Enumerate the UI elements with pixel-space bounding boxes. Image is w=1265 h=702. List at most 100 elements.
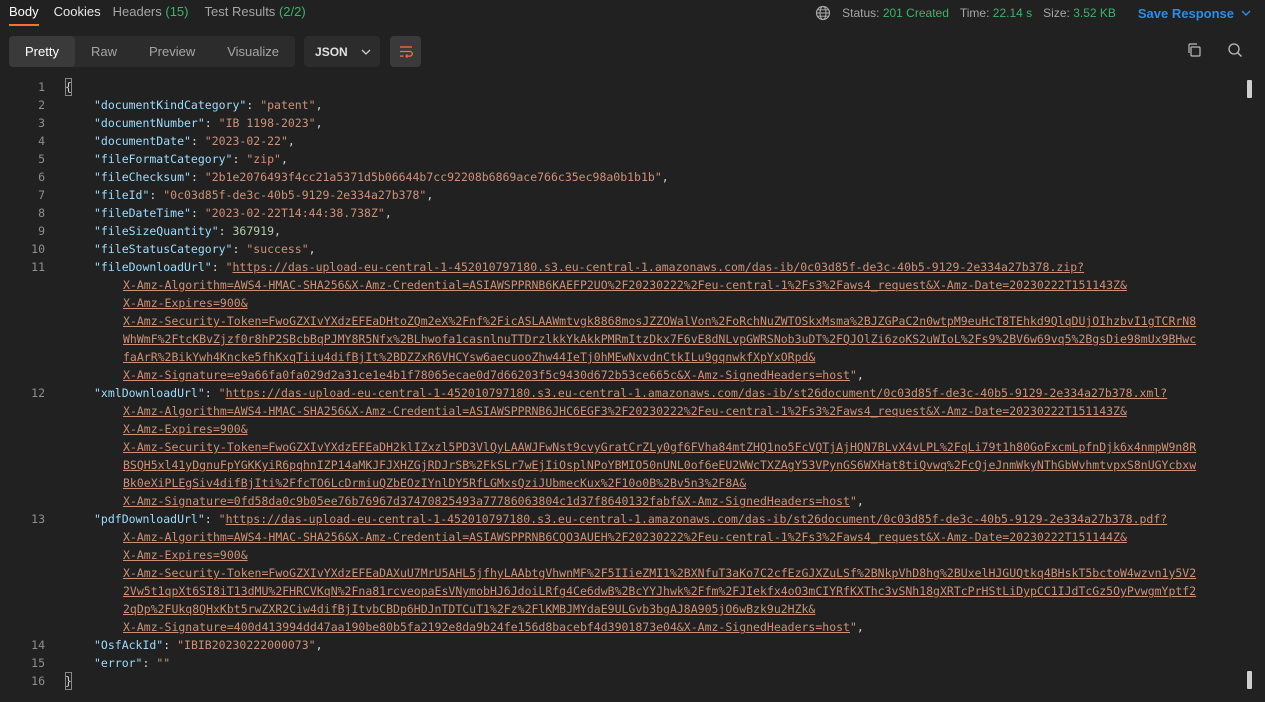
- response-body-editor[interactable]: 1 2 3 4 5 6 7 8 9 10 11 12 13 14 15 16 {…: [0, 78, 1265, 702]
- url-link[interactable]: 2Vw5t1qpXt6SI8iT13dMU%2FHRCVKqN%2Fna81rc…: [123, 584, 1196, 598]
- format-dropdown[interactable]: JSON: [304, 36, 380, 67]
- json-key: "documentDate": [94, 134, 191, 148]
- url-continuation: 2qDp%2FUkq8QHxKbt5rwZXR2Ciw4difBjItvbCBD…: [123, 600, 815, 618]
- json-value: 367919: [232, 224, 274, 238]
- url-link[interactable]: X-Amz-Signature=0fd58da0c9b05ee76b76967d…: [123, 494, 850, 508]
- time-value[interactable]: 22.14 s: [993, 6, 1032, 20]
- line-number: 5: [5, 150, 45, 168]
- line-number: 1: [5, 78, 45, 96]
- json-entry: "xmlDownloadUrl": "https://das-upload-eu…: [94, 384, 1167, 402]
- url-continuation: X-Amz-Signature=400d413994dd47aa190be80b…: [123, 618, 864, 636]
- json-key: "documentNumber": [94, 116, 205, 130]
- url-link[interactable]: https://das-upload-eu-central-1-45201079…: [233, 260, 1085, 274]
- url-link[interactable]: X-Amz-Signature=400d413994dd47aa190be80b…: [123, 620, 850, 634]
- line-number: 4: [5, 132, 45, 150]
- json-value: "2023-02-22": [205, 134, 288, 148]
- tab-cookies[interactable]: Cookies: [54, 0, 101, 26]
- wrap-lines-icon: [398, 45, 414, 59]
- url-link[interactable]: X-Amz-Algorithm=AWS4-HMAC-SHA256&X-Amz-C…: [123, 404, 1127, 418]
- json-entry: "documentKindCategory": "patent",: [94, 96, 323, 114]
- url-link[interactable]: Bk0eXiPLEgSiv4difBjIti%2FfcTO6LcDrmiuQZb…: [123, 476, 746, 490]
- url-continuation: faArR%2BikYwh4Kncke5fhKxqTiiu4difBjIt%2B…: [123, 348, 815, 366]
- url-continuation: X-Amz-Expires=900&: [123, 294, 248, 312]
- json-entry: "fileSizeQuantity": 367919,: [94, 222, 281, 240]
- view-preview-button[interactable]: Preview: [133, 36, 211, 67]
- url-link[interactable]: 2qDp%2FUkq8QHxKbt5rwZXR2Ciw4difBjItvbCBD…: [123, 602, 815, 616]
- url-continuation: 2Vw5t1qpXt6SI8iT13dMU%2FHRCVKqN%2Fna81rc…: [123, 582, 1196, 600]
- url-link[interactable]: X-Amz-Algorithm=AWS4-HMAC-SHA256&X-Amz-C…: [123, 530, 1127, 544]
- status-value[interactable]: 201 Created: [883, 6, 949, 20]
- json-entry: "fileChecksum": "2b1e2076493f4cc21a5371d…: [94, 168, 669, 186]
- url-link[interactable]: X-Amz-Security-Token=FwoGZXIvYXdzEFEaDHt…: [123, 314, 1196, 328]
- url-link[interactable]: X-Amz-Security-Token=FwoGZXIvYXdzEFEaDAX…: [123, 566, 1196, 580]
- url-link[interactable]: https://das-upload-eu-central-1-45201079…: [226, 386, 1168, 400]
- url-link[interactable]: https://das-upload-eu-central-1-45201079…: [226, 512, 1168, 526]
- search-icon[interactable]: [1227, 42, 1243, 58]
- save-response-button[interactable]: Save Response: [1138, 6, 1251, 21]
- json-key: "fileStatusCategory": [94, 242, 232, 256]
- json-value: "": [156, 656, 170, 670]
- scrollbar-thumb-bottom[interactable]: [1247, 671, 1252, 689]
- line-number: 7: [5, 186, 45, 204]
- url-continuation: X-Amz-Algorithm=AWS4-HMAC-SHA256&X-Amz-C…: [123, 276, 1127, 294]
- code-line: {: [65, 78, 72, 96]
- chevron-down-icon: [361, 49, 371, 55]
- tab-headers[interactable]: Headers (15): [113, 0, 189, 26]
- url-link[interactable]: faArR%2BikYwh4Kncke5fhKxqTiiu4difBjIt%2B…: [123, 350, 815, 364]
- code-line: }: [65, 672, 72, 690]
- wrap-lines-button[interactable]: [390, 36, 421, 67]
- url-continuation: WhWmF%2FtcKBvZjzf0r8hP2SBcbBqPJMY8R5Nfx%…: [123, 330, 1196, 348]
- tab-test-results-label: Test Results: [205, 4, 276, 19]
- tab-headers-count: (15): [165, 4, 188, 19]
- json-key: "fileDateTime": [94, 206, 191, 220]
- url-link[interactable]: X-Amz-Security-Token=FwoGZXIvYXdzEFEaDH2…: [123, 440, 1196, 454]
- url-link[interactable]: BSQH5xl41yDgnuFpYGKKyiR6pqhnIZP14aMKJFJX…: [123, 458, 1196, 472]
- scrollbar-thumb-top[interactable]: [1247, 80, 1252, 98]
- line-number: 13: [5, 510, 45, 528]
- line-number: 6: [5, 168, 45, 186]
- view-visualize-button[interactable]: Visualize: [211, 36, 295, 67]
- url-continuation: BSQH5xl41yDgnuFpYGKKyiR6pqhnIZP14aMKJFJX…: [123, 456, 1196, 474]
- status-label: Status:: [842, 6, 879, 20]
- format-dropdown-value: JSON: [315, 45, 348, 59]
- open-brace: {: [65, 78, 72, 96]
- json-value: "2023-02-22T14:44:38.738Z": [205, 206, 385, 220]
- url-continuation: X-Amz-Algorithm=AWS4-HMAC-SHA256&X-Amz-C…: [123, 528, 1127, 546]
- view-raw-button[interactable]: Raw: [75, 36, 133, 67]
- view-pretty-button[interactable]: Pretty: [9, 36, 75, 67]
- line-number: 15: [5, 654, 45, 672]
- url-link[interactable]: WhWmF%2FtcKBvZjzf0r8hP2SBcbBqPJMY8R5Nfx%…: [123, 332, 1196, 346]
- json-entry: "fileDateTime": "2023-02-22T14:44:38.738…: [94, 204, 392, 222]
- json-entry: "fileFormatCategory": "zip",: [94, 150, 288, 168]
- save-response-label: Save Response: [1138, 6, 1234, 21]
- copy-icon[interactable]: [1186, 42, 1202, 58]
- tab-test-results[interactable]: Test Results (2/2): [205, 0, 306, 26]
- json-value: "2b1e2076493f4cc21a5371d5b06644b7cc92208…: [205, 170, 662, 184]
- size-label: Size:: [1043, 6, 1070, 20]
- json-value: "zip": [246, 152, 281, 166]
- globe-icon[interactable]: [815, 5, 831, 21]
- url-link[interactable]: X-Amz-Signature=e9a66fa0fa029d2a31ce1e4b…: [123, 368, 850, 382]
- json-value: "IB 1198-2023": [219, 116, 316, 130]
- json-value: "patent": [260, 98, 315, 112]
- url-link[interactable]: X-Amz-Expires=900&: [123, 296, 248, 310]
- url-continuation: X-Amz-Security-Token=FwoGZXIvYXdzEFEaDH2…: [123, 438, 1196, 456]
- time-label: Time:: [960, 6, 990, 20]
- json-entry: "fileStatusCategory": "success",: [94, 240, 316, 258]
- url-continuation: X-Amz-Expires=900&: [123, 420, 248, 438]
- tab-body[interactable]: Body: [9, 0, 39, 26]
- json-value: "success": [246, 242, 308, 256]
- json-value: "IBIB20230222000073": [177, 638, 315, 652]
- json-key: "fileFormatCategory": [94, 152, 232, 166]
- view-mode-segment: Pretty Raw Preview Visualize: [9, 36, 295, 67]
- json-key: "error": [94, 656, 142, 670]
- url-continuation: X-Amz-Security-Token=FwoGZXIvYXdzEFEaDHt…: [123, 312, 1196, 330]
- tab-test-results-count: (2/2): [279, 4, 306, 19]
- url-link[interactable]: X-Amz-Algorithm=AWS4-HMAC-SHA256&X-Amz-C…: [123, 278, 1127, 292]
- chevron-down-icon: [1241, 10, 1251, 16]
- json-key: "fileId": [94, 188, 149, 202]
- size-value[interactable]: 3.52 KB: [1073, 6, 1116, 20]
- url-link[interactable]: X-Amz-Expires=900&: [123, 548, 248, 562]
- url-link[interactable]: X-Amz-Expires=900&: [123, 422, 248, 436]
- json-key: "fileChecksum": [94, 170, 191, 184]
